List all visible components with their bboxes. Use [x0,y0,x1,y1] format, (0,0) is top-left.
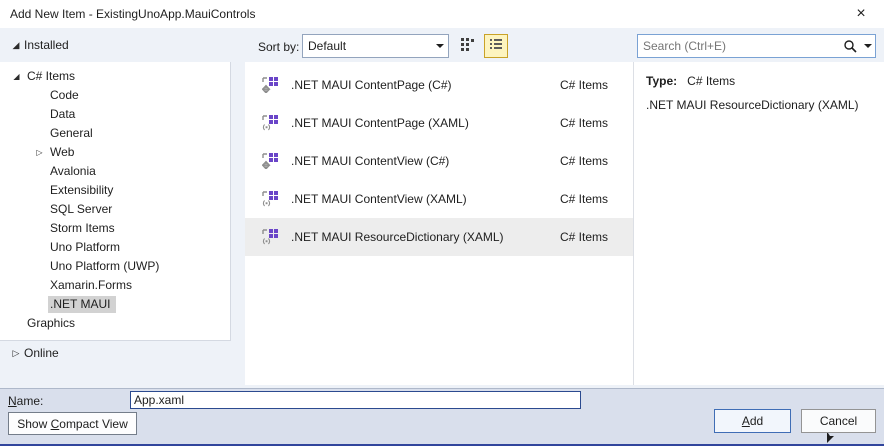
type-value: C# Items [687,74,736,88]
show-compact-view-button[interactable]: Show Compact View [8,412,137,435]
list-view-icon [488,36,504,57]
template-list: .NET MAUI ContentPage (C#) C# Items .NET [245,62,633,385]
dialog-title: Add New Item - ExistingUnoApp.MauiContro… [10,7,256,21]
combo-dropdown-button[interactable] [431,35,448,57]
collapse-icon: ▷ [12,347,20,358]
add-new-item-dialog: Add New Item - ExistingUnoApp.MauiContro… [0,0,884,446]
tree-item-dotnet-maui[interactable]: .NET MAUI [0,295,230,314]
chevron-down-icon [864,44,872,48]
list-item[interactable]: .NET MAUI ContentView (C#) C# Items [245,142,633,180]
list-item[interactable]: .NET MAUI ContentView (XAML) C# Items [245,180,633,218]
tree-item-avalonia[interactable]: Avalonia [0,162,230,181]
template-details-pane: Type: C# Items .NET MAUI ResourceDiction… [634,62,884,385]
template-category: C# Items [559,230,608,244]
list-view-button[interactable] [484,34,508,58]
cancel-button[interactable]: Cancel [801,409,876,433]
tree-item-extensibility[interactable]: Extensibility [0,181,230,200]
maui-contentpage-xaml-icon [262,115,278,131]
maui-contentview-xaml-icon [262,191,278,207]
close-icon[interactable]: × [850,3,872,25]
name-label: Name: [8,394,44,408]
selected-tree-item: .NET MAUI [48,296,117,313]
tree-item-storm-items[interactable]: Storm Items [0,219,230,238]
type-label: Type: [646,74,678,88]
search-input[interactable] [638,39,839,53]
search-box [637,34,876,58]
tree-item-web[interactable]: ▷ Web [0,143,230,162]
list-item[interactable]: .NET MAUI ContentPage (C#) C# Items [245,66,633,104]
maui-contentview-csharp-icon [261,153,278,170]
tree-item-uno-platform-uwp[interactable]: Uno Platform (UWP) [0,257,230,276]
list-item-selected[interactable]: .NET MAUI ResourceDictionary (XAML) C# I… [245,218,633,256]
maui-contentpage-csharp-icon [261,77,278,94]
expand-icon: ◢ [13,72,20,81]
add-button[interactable]: Add [714,409,791,433]
tree-item-sql-server[interactable]: SQL Server [0,200,230,219]
online-label: Online [24,346,59,360]
search-icon[interactable] [839,39,861,53]
grid-view-button[interactable] [456,34,480,58]
template-category-tree: ◢ C# Items Code Data General ▷ Web Avalo… [0,62,231,341]
template-name: .NET MAUI ContentView (XAML) [291,192,467,206]
name-input[interactable] [130,391,581,409]
sort-by-label: Sort by: [258,40,300,54]
sidebar-group-online[interactable]: ▷ Online [8,346,59,360]
chevron-down-icon [435,44,444,48]
sidebar-group-installed[interactable]: ◢ Installed [8,38,69,52]
dialog-footer: Name: Show Compact View Add Cancel [0,388,884,444]
grid-view-icon [460,36,476,57]
tree-item-uno-platform[interactable]: Uno Platform [0,238,230,257]
maui-resourcedictionary-xaml-icon [262,229,278,245]
installed-label: Installed [24,38,69,52]
template-name: .NET MAUI ContentView (C#) [291,154,450,168]
template-category: C# Items [559,154,608,168]
collapse-icon[interactable]: ▷ [31,148,48,157]
sort-by-combobox[interactable]: Default [302,34,449,58]
tree-item-code[interactable]: Code [0,86,230,105]
template-name: .NET MAUI ContentPage (XAML) [291,116,469,130]
template-name: .NET MAUI ContentPage (C#) [291,78,452,92]
tree-item-general[interactable]: General [0,124,230,143]
title-bar: Add New Item - ExistingUnoApp.MauiContro… [0,0,884,28]
template-category: C# Items [559,78,608,92]
list-item[interactable]: .NET MAUI ContentPage (XAML) C# Items [245,104,633,142]
search-dropdown-button[interactable] [861,35,875,57]
template-name: .NET MAUI ResourceDictionary (XAML) [291,230,504,244]
sort-by-value: Default [308,39,347,53]
template-description: .NET MAUI ResourceDictionary (XAML) [646,98,859,112]
template-category: C# Items [559,192,608,206]
template-type-line: Type: C# Items [646,74,874,88]
tree-item-graphics[interactable]: Graphics [0,314,230,333]
expand-icon: ◢ [12,39,20,50]
tree-item-csharp-items[interactable]: ◢ C# Items [0,67,230,86]
tree-item-data[interactable]: Data [0,105,230,124]
mouse-cursor-icon [826,431,836,443]
template-category: C# Items [559,116,608,130]
tree-item-xamarin-forms[interactable]: Xamarin.Forms [0,276,230,295]
